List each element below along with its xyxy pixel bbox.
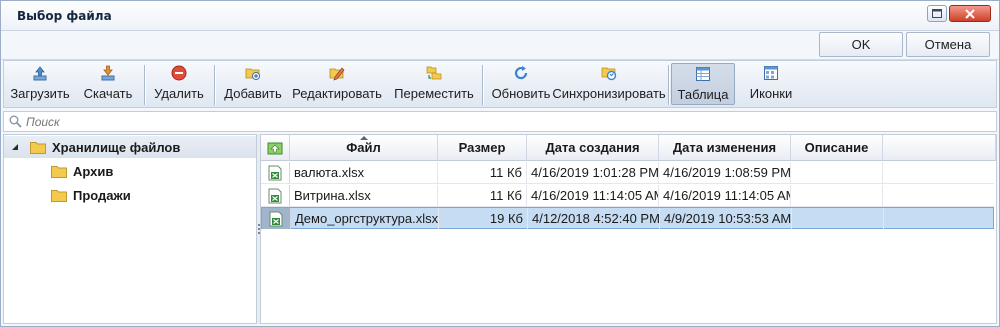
toolbar-separator <box>668 65 669 105</box>
edit-label: Редактировать <box>292 86 382 101</box>
ok-button[interactable]: OK <box>819 32 903 57</box>
edit-button[interactable]: Редактировать <box>292 63 382 105</box>
window-title: Выбор файла <box>17 9 112 23</box>
delete-icon <box>171 65 187 81</box>
download-button[interactable]: Скачать <box>80 63 136 105</box>
move-label: Переместить <box>394 86 474 101</box>
cell-created: 4/16/2019 1:01:28 PM <box>527 162 659 183</box>
toolbar: Загрузить Скачать Удалить Добавить Редак… <box>3 60 997 108</box>
excel-file-icon <box>268 165 282 181</box>
close-icon <box>965 8 975 19</box>
cell-modified: 4/16/2019 11:14:05 AM <box>659 185 791 206</box>
delete-button[interactable]: Удалить <box>152 63 206 105</box>
add-button[interactable]: Добавить <box>222 63 284 105</box>
file-table: Файл Размер Дата создания Дата изменения… <box>260 134 997 324</box>
upload-label: Загрузить <box>10 86 70 101</box>
cell-file-name: Витрина.xlsx <box>290 185 438 206</box>
cell-description <box>791 162 883 183</box>
excel-file-icon <box>268 188 282 204</box>
refresh-label: Обновить <box>491 86 551 101</box>
icons-view-icon <box>764 66 778 80</box>
folder-icon <box>30 141 46 154</box>
cell-file-name: валюта.xlsx <box>290 162 438 183</box>
close-button[interactable] <box>949 5 991 22</box>
folder-tree: Хранилище файлов Архив Продажи <box>3 134 257 324</box>
download-icon <box>101 65 115 81</box>
folder-icon <box>51 189 67 202</box>
upload-icon <box>33 66 47 81</box>
toolbar-separator <box>482 65 483 105</box>
sync-label: Синхронизировать <box>552 86 666 101</box>
tree-node-label: Архив <box>73 163 114 179</box>
sync-icon <box>601 67 617 81</box>
toolbar-separator <box>144 65 145 105</box>
cell-size: 11 Кб <box>438 162 527 183</box>
table-row-selected[interactable]: Демо_оргструктура.xlsx 19 Кб 4/12/2018 4… <box>261 207 994 229</box>
cell-modified: 4/16/2019 1:08:59 PM <box>659 162 791 183</box>
add-folder-icon <box>245 68 260 80</box>
up-folder-button[interactable] <box>261 135 290 161</box>
download-label: Скачать <box>83 86 133 101</box>
cell-modified: 4/9/2019 10:53:53 AM <box>660 208 792 229</box>
sync-button[interactable]: Синхронизировать <box>552 63 666 105</box>
table-label: Таблица <box>677 87 729 102</box>
tree-node-sales[interactable]: Продажи <box>51 184 131 206</box>
folder-icon <box>51 165 67 178</box>
cell-file-name: Демо_оргструктура.xlsx <box>291 208 439 229</box>
table-row[interactable]: валюта.xlsx 11 Кб 4/16/2019 1:01:28 PM 4… <box>261 162 994 184</box>
move-icon <box>426 66 442 80</box>
tree-node-root[interactable]: Хранилище файлов <box>4 136 256 158</box>
column-header-created[interactable]: Дата создания <box>527 135 659 161</box>
cell-created: 4/16/2019 11:14:05 AM <box>527 185 659 206</box>
refresh-icon <box>514 66 528 80</box>
cell-size: 11 Кб <box>438 185 527 206</box>
refresh-button[interactable]: Обновить <box>490 63 552 105</box>
tree-node-label: Продажи <box>73 187 131 203</box>
cell-size: 19 Кб <box>439 208 528 229</box>
search-input[interactable] <box>26 113 926 130</box>
table-view-button[interactable]: Таблица <box>671 63 735 105</box>
restore-icon <box>932 9 942 18</box>
up-folder-icon <box>267 142 283 154</box>
upload-button[interactable]: Загрузить <box>8 63 72 105</box>
search-icon <box>9 115 22 128</box>
title-bar[interactable]: Выбор файла <box>1 1 999 31</box>
excel-file-icon <box>269 211 283 227</box>
cell-description <box>792 208 884 229</box>
table-icon <box>696 67 710 81</box>
icons-view-button[interactable]: Иконки <box>742 63 800 105</box>
table-row[interactable]: Витрина.xlsx 11 Кб 4/16/2019 11:14:05 AM… <box>261 185 994 207</box>
tree-node-archive[interactable]: Архив <box>51 160 113 182</box>
column-header-file[interactable]: Файл <box>290 135 438 161</box>
search-bar <box>3 111 997 132</box>
icons-label: Иконки <box>749 86 793 101</box>
sort-asc-icon <box>359 136 368 140</box>
toolbar-separator <box>214 65 215 105</box>
add-label: Добавить <box>224 86 282 101</box>
move-button[interactable]: Переместить <box>392 63 476 105</box>
dialog-button-bar: OK Отмена <box>1 31 999 60</box>
cell-created: 4/12/2018 4:52:40 PM <box>528 208 660 229</box>
column-header-description[interactable]: Описание <box>791 135 883 161</box>
cell-description <box>791 185 883 206</box>
edit-icon <box>329 67 345 81</box>
column-header-modified[interactable]: Дата изменения <box>659 135 791 161</box>
tree-node-label: Хранилище файлов <box>52 139 181 155</box>
delete-label: Удалить <box>154 86 204 101</box>
file-picker-window: Выбор файла OK Отмена Загрузить Скачать … <box>0 0 1000 327</box>
cancel-button[interactable]: Отмена <box>906 32 990 57</box>
column-header-size[interactable]: Размер <box>438 135 527 161</box>
column-header-label: Файл <box>346 140 381 155</box>
expand-arrow-icon[interactable] <box>11 143 19 151</box>
column-header-filler <box>883 135 996 161</box>
restore-button[interactable] <box>927 5 947 22</box>
